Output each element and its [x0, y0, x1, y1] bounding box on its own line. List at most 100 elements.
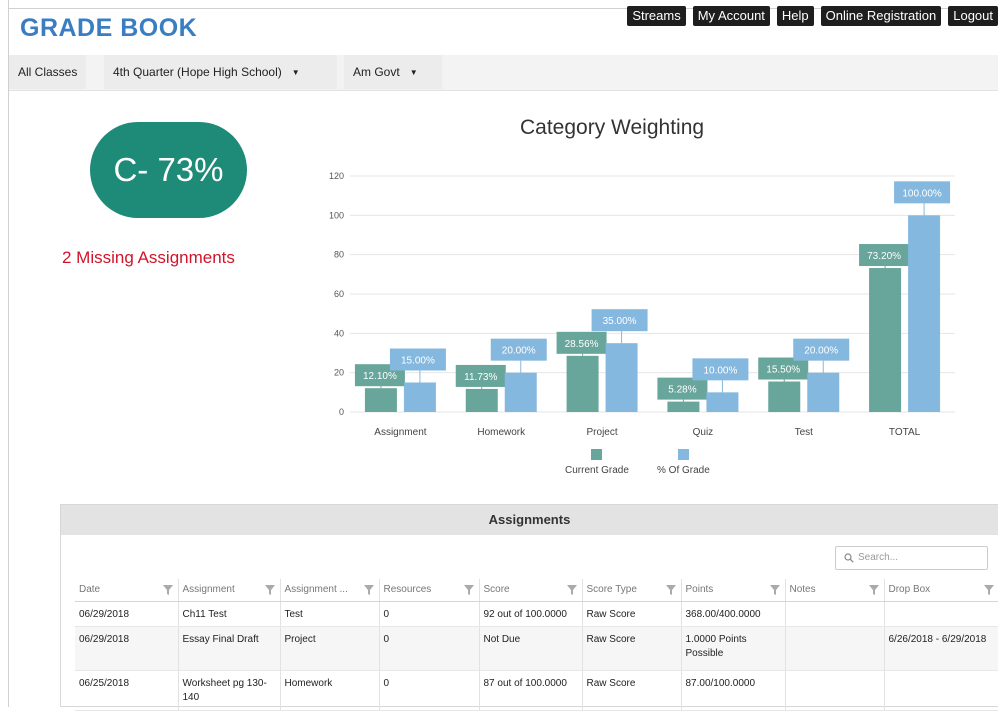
top-navigation: Streams My Account Help Online Registrat…	[627, 6, 998, 26]
cell-resources: 0	[378, 601, 479, 627]
table-row: 06/29/2018 Essay Final Draft Project 0 Not D…	[75, 626, 998, 671]
assignments-panel: Assignments Search... Date Assignment Assi…	[60, 504, 998, 711]
cell-assignment[interactable]: Worksheet pg 130-140	[177, 670, 280, 711]
cell-score: 92 out of 100.0000	[478, 601, 582, 627]
cell-points: 87.00/100.0000	[680, 670, 785, 711]
course-dropdown-label: Am Govt	[353, 65, 400, 79]
cell-score-type: Raw Score	[581, 670, 681, 711]
x-tick-label: Project	[587, 427, 618, 438]
y-tick-label: 100	[329, 210, 344, 220]
cell-assignment-type: Homework	[279, 670, 379, 711]
term-dropdown[interactable]: 4th Quarter (Hope High School) ▼	[104, 55, 337, 89]
y-tick-label: 20	[334, 368, 344, 378]
y-tick-label: 40	[334, 328, 344, 338]
assignments-header: Assignments	[61, 505, 998, 535]
data-label: 28.56%	[565, 339, 599, 350]
nav-logout-button[interactable]: Logout	[948, 6, 998, 26]
chevron-down-icon: ▼	[291, 67, 300, 77]
column-header-label: Notes	[789, 584, 816, 596]
bar-percent-of-grade	[403, 382, 436, 412]
column-header-score[interactable]: Score	[478, 579, 582, 602]
category-weighting-chart: 0 20 40 60 80 100 120 12.10% 15.00% Assignment 11.…	[329, 171, 955, 438]
data-label: 100.00%	[902, 188, 942, 199]
cell-assignment[interactable]: Essay Final Draft	[177, 626, 280, 671]
search-input[interactable]: Search...	[835, 546, 988, 570]
y-tick-label: 120	[329, 171, 344, 181]
cell-score: 87 out of 100.0000	[478, 670, 582, 711]
data-label: 10.00%	[703, 365, 737, 376]
column-header-label: Score	[483, 584, 510, 596]
chart-title: Category Weighting	[520, 116, 705, 139]
search-icon	[844, 553, 854, 563]
y-tick-label: 80	[334, 250, 344, 260]
nav-streams-button[interactable]: Streams	[627, 6, 686, 26]
x-tick-label: Homework	[477, 427, 526, 438]
assignments-table: Date Assignment Assignment ... Resources Sco…	[75, 579, 998, 711]
chevron-down-icon: ▼	[409, 67, 418, 77]
bar-current-grade	[667, 401, 700, 412]
cell-notes	[784, 626, 884, 671]
filter-icon[interactable]	[566, 585, 577, 595]
data-label: 15.50%	[766, 365, 800, 376]
cell-score-type: Raw Score	[581, 601, 681, 627]
bar-percent-of-grade	[706, 392, 739, 412]
table-row: 06/25/2018 Worksheet pg 130-140 Homework 0 8…	[75, 670, 998, 711]
filter-icon[interactable]	[984, 585, 994, 595]
missing-assignments-link[interactable]: 2 Missing Assignments	[62, 248, 235, 268]
nav-my-account-button[interactable]: My Account	[692, 6, 770, 26]
data-label: 15.00%	[401, 356, 435, 367]
legend-label-percent: % Of Grade	[657, 465, 710, 476]
filter-icon[interactable]	[463, 585, 474, 595]
column-header-assignment-type[interactable]: Assignment ...	[279, 579, 379, 602]
y-tick-label: 0	[339, 407, 344, 417]
data-label: 35.00%	[603, 316, 637, 327]
nav-online-registration-button[interactable]: Online Registration	[820, 6, 942, 26]
course-dropdown[interactable]: Am Govt ▼	[344, 55, 442, 89]
y-tick-label: 60	[334, 289, 344, 299]
cell-drop-box: 6/26/2018 - 6/29/2018	[883, 626, 998, 671]
filter-icon[interactable]	[264, 585, 275, 595]
column-header-score-type[interactable]: Score Type	[581, 579, 681, 602]
data-label: 11.73%	[464, 372, 497, 383]
cell-notes	[784, 670, 884, 711]
column-header-label: Assignment ...	[284, 584, 348, 596]
page-left-border	[8, 0, 9, 707]
column-header-assignment[interactable]: Assignment	[177, 579, 280, 602]
x-tick-label: TOTAL	[889, 427, 921, 438]
bar-current-grade	[364, 388, 397, 412]
cell-date: 06/29/2018	[75, 626, 178, 671]
table-row: 06/29/2018 Ch11 Test Test 0 92 out of 100.00…	[75, 601, 998, 627]
legend-current-grade: Current Grade	[565, 449, 629, 476]
column-header-notes[interactable]: Notes	[784, 579, 884, 602]
bar-percent-of-grade	[504, 372, 537, 412]
bar-current-grade	[465, 388, 498, 412]
cell-assignment[interactable]: Ch11 Test	[177, 601, 280, 627]
column-header-points[interactable]: Points	[680, 579, 785, 602]
column-header-date[interactable]: Date	[75, 579, 178, 602]
term-dropdown-label: 4th Quarter (Hope High School)	[113, 65, 282, 79]
cell-date: 06/29/2018	[75, 601, 178, 627]
data-label: 20.00%	[502, 346, 536, 357]
filter-icon[interactable]	[363, 585, 374, 595]
filter-icon[interactable]	[665, 585, 676, 595]
filter-icon[interactable]	[769, 585, 780, 595]
all-classes-button[interactable]: All Classes	[9, 55, 87, 89]
table-header-row: Date Assignment Assignment ... Resources Sco…	[75, 579, 998, 602]
column-header-label: Score Type	[586, 584, 637, 596]
column-header-resources[interactable]: Resources	[378, 579, 479, 602]
column-header-drop-box[interactable]: Drop Box	[883, 579, 998, 602]
data-label: 20.00%	[804, 346, 838, 357]
nav-help-button[interactable]: Help	[776, 6, 814, 26]
filter-icon[interactable]	[162, 585, 173, 595]
x-tick-label: Quiz	[693, 427, 714, 438]
column-header-label: Date	[79, 584, 101, 596]
filter-icon[interactable]	[868, 585, 879, 595]
app-title: GRADE BOOK	[20, 14, 198, 42]
table-body: 06/29/2018 Ch11 Test Test 0 92 out of 100.00…	[75, 601, 998, 711]
grade-badge: C- 73%	[90, 122, 247, 218]
cell-score-type: Raw Score	[581, 626, 681, 671]
cell-resources: 0	[378, 626, 479, 671]
bar-current-grade	[768, 381, 801, 412]
bar-percent-of-grade	[908, 215, 941, 412]
cell-drop-box	[883, 670, 998, 711]
